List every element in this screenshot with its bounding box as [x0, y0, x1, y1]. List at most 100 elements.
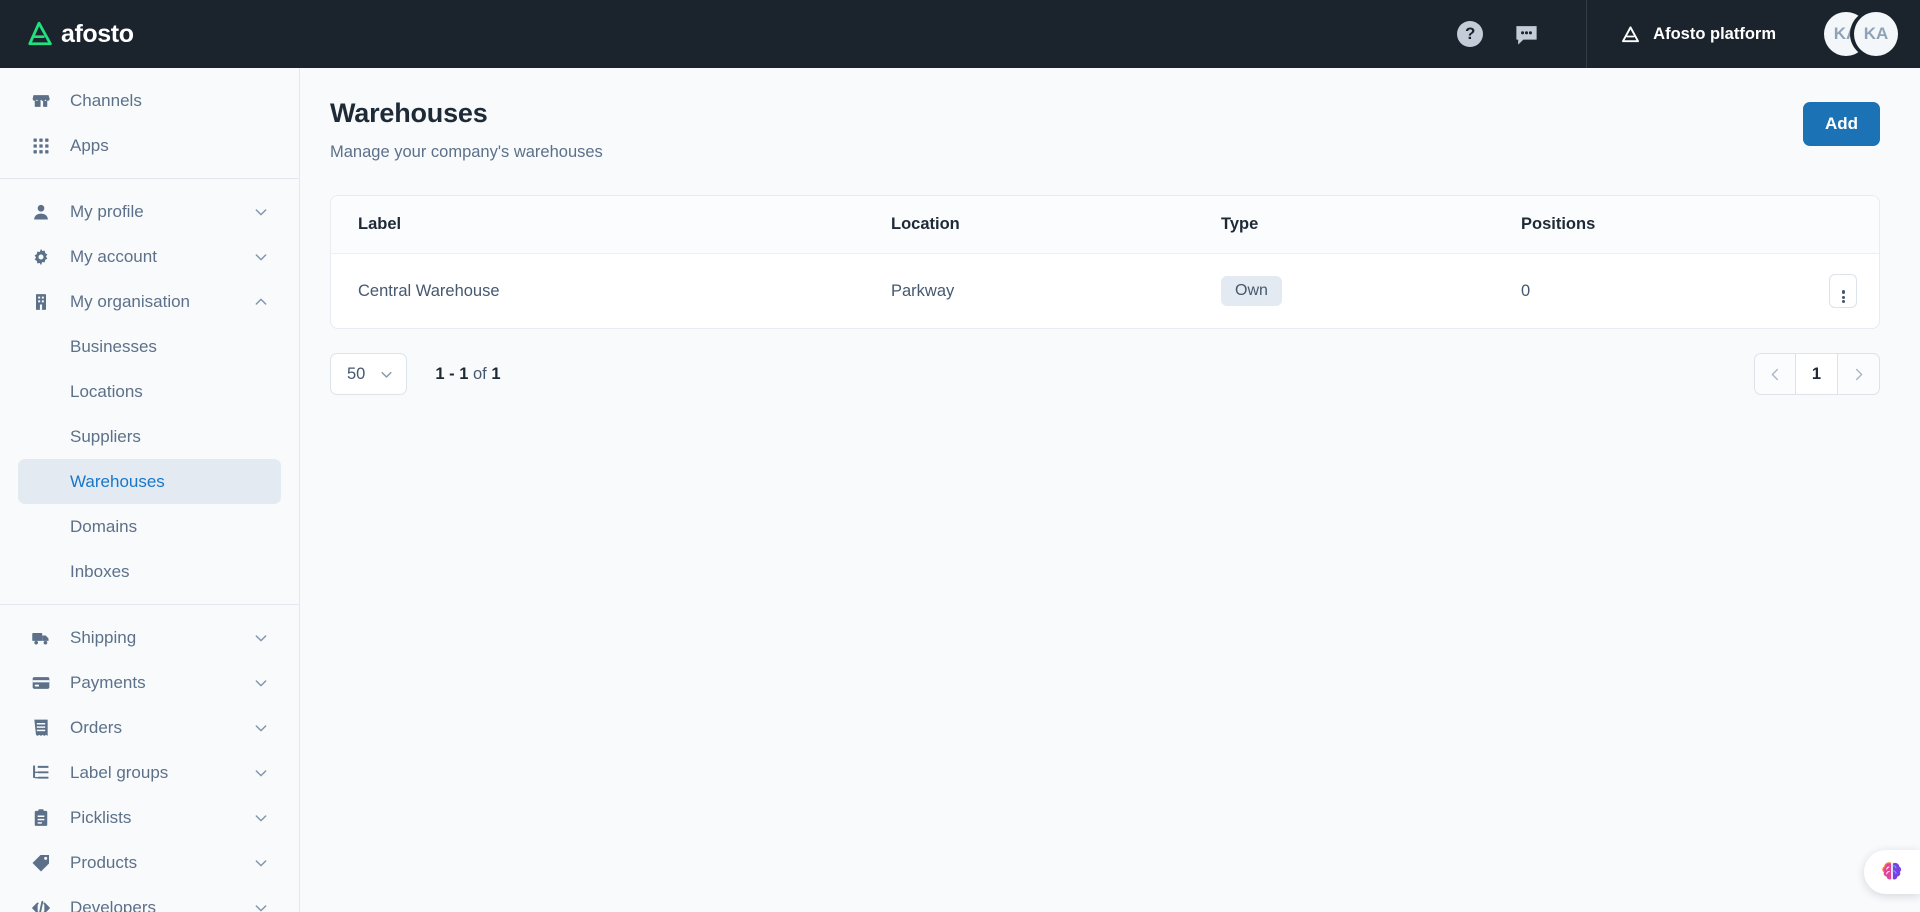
platform-switcher-label: Afosto platform [1653, 24, 1776, 43]
afosto-triangle-logo-icon [28, 21, 52, 46]
help-question-icon[interactable]: ? [1457, 21, 1484, 47]
per-page-value: 50 [347, 364, 366, 383]
kebab-dots [1841, 289, 1845, 303]
sidebar-item-businesses[interactable]: Businesses [18, 324, 281, 369]
kebab-dot [1841, 295, 1845, 299]
sidebar-item-label: Picklists [70, 807, 132, 827]
result-range-middle: of [468, 364, 492, 383]
per-page-select[interactable]: 50 [330, 353, 408, 395]
sidebar-item-label: Shipping [70, 627, 137, 647]
sidebar-item-inboxes[interactable]: Inboxes [18, 549, 281, 594]
page-subtitle: Manage your company's warehouses [330, 143, 603, 161]
table-body: Central Warehouse Parkway Own 0 [331, 254, 1879, 329]
sidebar-item-label-groups[interactable]: Label groups [18, 750, 281, 795]
sidebar-item-channels[interactable]: Channels [18, 78, 281, 123]
page-header: Warehouses Manage your company's warehou… [330, 98, 1880, 162]
column-header-location[interactable]: Location [891, 196, 1221, 254]
afosto-triangle-icon [1622, 25, 1640, 42]
gear-icon [30, 246, 52, 268]
platform-switcher[interactable]: Afosto platform [1586, 0, 1810, 68]
chevron-down-icon[interactable] [253, 765, 269, 781]
chevron-down-icon[interactable] [253, 720, 269, 736]
column-header-positions[interactable]: Positions [1521, 196, 1821, 254]
chevron-down-icon[interactable] [253, 249, 269, 265]
chevron-down-icon[interactable] [253, 810, 269, 826]
cell-type: Own [1221, 254, 1521, 329]
sidebar-item-payments[interactable]: Payments [18, 660, 281, 705]
table-header-row: Label Location Type Positions [331, 196, 1879, 254]
table-row[interactable]: Central Warehouse Parkway Own 0 [331, 254, 1879, 329]
chevron-down-icon[interactable] [253, 675, 269, 691]
prev-page-button[interactable] [1754, 353, 1796, 395]
column-header-actions [1821, 196, 1879, 254]
chevron-left-icon [1771, 368, 1778, 380]
cell-positions: 0 [1521, 281, 1531, 300]
chevron-down-icon [381, 371, 392, 378]
sidebar-item-my-profile[interactable]: My profile [18, 189, 281, 234]
page-header-text: Warehouses Manage your company's warehou… [330, 98, 1803, 162]
sidebar-item-label: Label groups [70, 762, 169, 782]
kebab-menu-icon[interactable] [1829, 274, 1857, 308]
credit-card-icon [30, 672, 52, 694]
result-range: 1 - 1 of 1 [435, 365, 500, 384]
avatar-group: KA KA [1824, 12, 1920, 56]
pagination-bar: 50 1 - 1 of 1 1 [330, 353, 1880, 395]
kebab-dot [1841, 291, 1845, 294]
clipboard-icon [30, 807, 52, 829]
warehouses-table-card: Label Location Type Positions Central Wa… [330, 195, 1880, 329]
top-bar: afosto ? Afosto platform KA KA [0, 0, 1920, 68]
storefront-icon [30, 90, 52, 112]
sidebar-item-warehouses[interactable]: Warehouses [18, 459, 281, 504]
chevron-up-icon[interactable] [253, 294, 269, 310]
ai-assistant-widget[interactable] [1864, 850, 1920, 894]
table-head: Label Location Type Positions [331, 196, 1879, 254]
sidebar-item-my-account[interactable]: My account [18, 234, 281, 279]
sidebar-item-suppliers[interactable]: Suppliers [18, 414, 281, 459]
sidebar-item-label: My organisation [70, 291, 191, 311]
chevron-down-icon[interactable] [253, 630, 269, 646]
sidebar-item-label: My profile [70, 201, 144, 221]
next-page-button[interactable] [1838, 353, 1880, 395]
sidebar-item-shipping[interactable]: Shipping [18, 615, 281, 660]
chevron-right-icon [1855, 368, 1863, 380]
receipt-icon [30, 717, 52, 739]
status-badge: Own [1221, 276, 1282, 306]
sidebar-item-label: Developers [70, 897, 156, 912]
code-brackets-icon [30, 897, 52, 912]
sidebar-item-domains[interactable]: Domains [18, 504, 281, 549]
page-title: Warehouses [330, 98, 488, 128]
sidebar: Channels Apps My profile My account My o… [0, 68, 300, 912]
avatar-secondary[interactable]: KA [1854, 12, 1898, 56]
sidebar-group-top: Channels Apps [0, 68, 299, 178]
column-header-type[interactable]: Type [1221, 196, 1521, 254]
sidebar-item-label: Payments [70, 672, 146, 692]
sidebar-item-label: Orders [70, 717, 122, 737]
chevron-down-icon[interactable] [253, 900, 269, 912]
column-header-label[interactable]: Label [331, 196, 891, 254]
sidebar-group-operations: Shipping Payments Orders Label groups Pi… [0, 604, 299, 912]
chevron-down-icon[interactable] [253, 855, 269, 871]
tag-icon [30, 852, 52, 874]
sidebar-item-developers[interactable]: Developers [18, 885, 281, 912]
truck-icon [30, 627, 52, 649]
sidebar-item-label: Domains [70, 516, 138, 536]
cell-actions [1821, 254, 1879, 329]
sidebar-item-picklists[interactable]: Picklists [18, 795, 281, 840]
sidebar-item-my-organisation[interactable]: My organisation [18, 279, 281, 324]
kebab-dot [1841, 300, 1845, 303]
sidebar-item-label: Products [70, 852, 138, 872]
sidebar-item-products[interactable]: Products [18, 840, 281, 885]
sidebar-item-locations[interactable]: Locations [18, 369, 281, 414]
sidebar-item-orders[interactable]: Orders [18, 705, 281, 750]
sidebar-item-label: Apps [70, 135, 109, 155]
brand-logo[interactable]: afosto [26, 20, 134, 49]
brain-ai-icon [1882, 862, 1902, 880]
main-content: Warehouses Manage your company's warehou… [300, 68, 1920, 912]
page-number-button[interactable]: 1 [1796, 353, 1838, 395]
sidebar-item-label: Suppliers [70, 426, 141, 446]
grid-apps-icon [30, 135, 52, 157]
chat-bubble-icon[interactable] [1513, 21, 1540, 48]
sidebar-item-apps[interactable]: Apps [18, 123, 281, 168]
chevron-down-icon[interactable] [253, 204, 269, 220]
add-button[interactable]: Add [1802, 102, 1880, 146]
